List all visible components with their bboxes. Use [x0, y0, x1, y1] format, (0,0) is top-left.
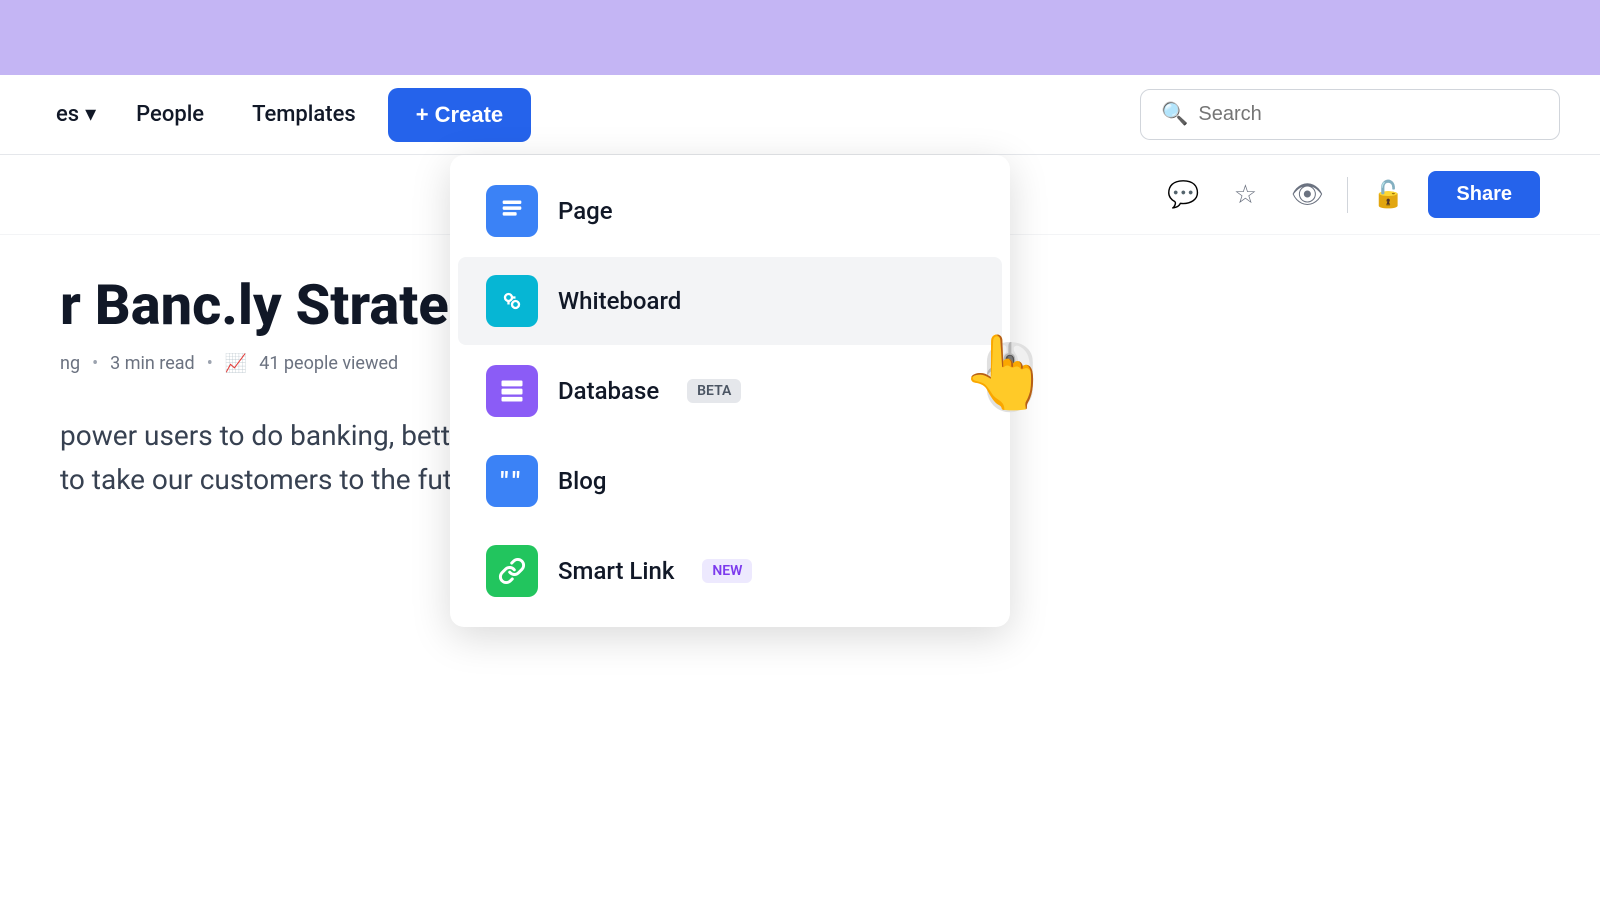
- doc-toolbar-right: 💬 ☆ 👁 🔓 Share: [1161, 171, 1540, 218]
- smartlink-icon: [486, 545, 538, 597]
- blog-icon: " ": [486, 455, 538, 507]
- database-label: Database: [558, 377, 659, 405]
- read-time: 3 min read: [110, 353, 195, 374]
- search-icon: 🔍: [1161, 102, 1188, 127]
- watch-icon[interactable]: 👁: [1285, 173, 1329, 217]
- nav-item-templates[interactable]: Templates: [228, 94, 380, 135]
- meta-dot-1: •: [92, 353, 98, 374]
- page-icon: [486, 185, 538, 237]
- new-badge: NEW: [702, 559, 752, 583]
- beta-badge: BETA: [687, 379, 741, 403]
- share-button[interactable]: Share: [1428, 171, 1540, 218]
- page-label: Page: [558, 197, 613, 225]
- star-icon[interactable]: ☆: [1223, 173, 1267, 217]
- svg-text:": ": [512, 467, 520, 495]
- search-input[interactable]: [1198, 103, 1539, 126]
- dropdown-item-whiteboard[interactable]: Whiteboard: [458, 257, 1002, 345]
- nav-right: 🔍: [1140, 89, 1560, 140]
- blog-label: Blog: [558, 467, 607, 495]
- top-banner: [0, 0, 1600, 75]
- search-box[interactable]: 🔍: [1140, 89, 1560, 140]
- pages-label: es: [56, 102, 79, 127]
- database-icon: [486, 365, 538, 417]
- body-line-2: to take our customers to the future.: [60, 463, 499, 496]
- viewers-count: 41 people viewed: [259, 353, 398, 374]
- nav-item-people[interactable]: People: [112, 94, 228, 135]
- chevron-down-icon[interactable]: ▾: [85, 102, 96, 127]
- create-button[interactable]: + Create: [388, 88, 531, 142]
- whiteboard-icon: [486, 275, 538, 327]
- svg-text:": ": [500, 467, 508, 495]
- dropdown-item-smartlink[interactable]: Smart Link NEW: [458, 527, 1002, 615]
- nav-left: es ▾ People Templates + Create: [40, 88, 531, 142]
- navbar: es ▾ People Templates + Create 🔍: [0, 75, 1600, 155]
- dropdown-item-page[interactable]: Page: [458, 167, 1002, 255]
- trend-icon: 📈: [225, 353, 247, 374]
- lock-icon[interactable]: 🔓: [1366, 173, 1410, 217]
- create-dropdown: Page Whiteboard Database BETA: [450, 155, 1010, 627]
- smartlink-label: Smart Link: [558, 557, 674, 585]
- dropdown-item-database[interactable]: Database BETA: [458, 347, 1002, 435]
- dropdown-item-blog[interactable]: " " Blog: [458, 437, 1002, 525]
- toolbar-divider: [1347, 177, 1348, 213]
- comment-icon[interactable]: 💬: [1161, 173, 1205, 217]
- author-name: ng: [60, 353, 80, 374]
- whiteboard-label: Whiteboard: [558, 287, 681, 315]
- nav-item-pages[interactable]: es ▾: [40, 94, 112, 135]
- meta-dot-2: •: [207, 353, 213, 374]
